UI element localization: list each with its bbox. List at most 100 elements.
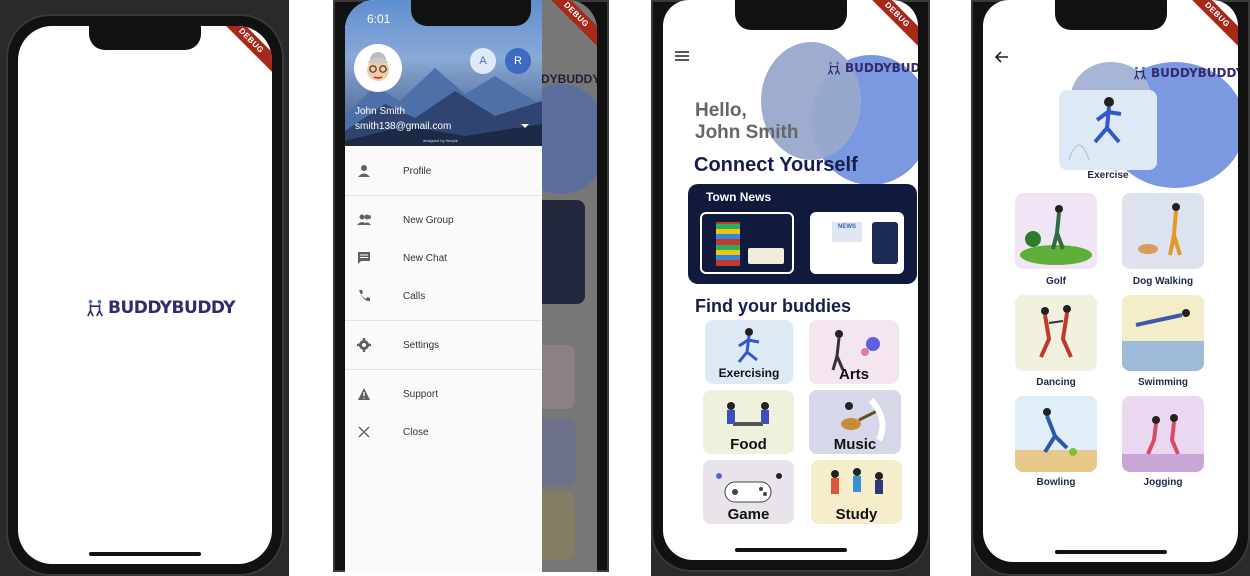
- menu-item-calls[interactable]: Calls: [345, 277, 542, 315]
- debug-banner: DEBUG: [861, 0, 918, 51]
- buddies-logo-icon: [1133, 66, 1147, 80]
- notch: [734, 0, 847, 30]
- category-arts[interactable]: Arts: [809, 320, 899, 384]
- swimming-illustration: [1122, 309, 1204, 371]
- menu-label: Calls: [403, 290, 426, 302]
- menu-label: New Chat: [403, 252, 447, 264]
- menu-item-support[interactable]: Support: [345, 375, 542, 413]
- activity-jogging[interactable]: [1122, 396, 1204, 472]
- drawer-menu: Profile New Group New Chat Calls Setting…: [345, 146, 542, 451]
- group-add-icon: [357, 213, 371, 227]
- greeting-hello: Hello,: [695, 100, 747, 121]
- account-a-avatar[interactable]: A: [470, 48, 496, 74]
- activity-golf[interactable]: [1015, 193, 1097, 269]
- debug-banner: DEBUG: [1181, 0, 1238, 51]
- phone-home: DEBUG BUDDYBUDDY Hello, John Smith Conne…: [651, 0, 930, 572]
- drawer-screen: DYBUDDY DEBUG 6:01 A R John Smith smith1…: [345, 0, 597, 572]
- category-game[interactable]: Game: [703, 460, 794, 524]
- navigation-drawer: 6:01 A R John Smith smith138@gmail.com d…: [345, 0, 542, 572]
- menu-label: Close: [403, 426, 429, 438]
- books-illustration: [700, 212, 794, 274]
- buddies-logo-icon: [827, 61, 841, 75]
- town-news-title: Town News: [706, 190, 772, 204]
- runner-illustration: [1068, 97, 1122, 161]
- divider: [345, 369, 542, 370]
- menu-item-settings[interactable]: Settings: [345, 326, 542, 364]
- find-buddies-title: Find your buddies: [695, 296, 851, 316]
- logo-text: BUDDYBUDDY: [1151, 66, 1238, 80]
- phone-exercise: DEBUG BUDDYBUDDY Exercise Golf Dog Walki…: [971, 0, 1250, 576]
- dog-walking-illustration: [1138, 203, 1182, 256]
- avatar[interactable]: [354, 44, 402, 92]
- menu-item-close[interactable]: Close: [345, 413, 542, 451]
- divider: [345, 320, 542, 321]
- category-study[interactable]: Study: [811, 460, 902, 524]
- menu-label: Settings: [403, 339, 440, 351]
- warning-icon: [357, 387, 371, 401]
- greeting-name: John Smith: [695, 122, 799, 143]
- activity-label: Dog Walking: [1132, 276, 1194, 287]
- logo-text: BUDDYBUDDY: [845, 61, 918, 75]
- category-label: Food: [730, 436, 767, 453]
- person-icon: [357, 164, 371, 178]
- category-exercising[interactable]: Exercising: [705, 320, 793, 384]
- menu-item-profile[interactable]: Profile: [345, 152, 542, 190]
- home-indicator: [734, 548, 847, 552]
- app-logo: BUDDYBUDDY: [86, 298, 236, 318]
- phone-icon: [357, 289, 371, 303]
- home-indicator: [89, 552, 201, 556]
- close-icon: [357, 425, 371, 439]
- menu-label: Profile: [403, 165, 432, 177]
- menu-item-new-group[interactable]: New Group: [345, 201, 542, 239]
- debug-banner: DEBUG: [215, 26, 272, 77]
- home-screen: DEBUG BUDDYBUDDY Hello, John Smith Conne…: [663, 0, 918, 560]
- golf-illustration: [1020, 205, 1092, 265]
- town-news-card[interactable]: Town News NEWS: [688, 184, 917, 284]
- back-arrow-icon[interactable]: [994, 50, 1009, 68]
- category-food[interactable]: Food: [703, 390, 794, 454]
- menu-icon[interactable]: [675, 48, 689, 66]
- activity-label: Dancing: [1036, 377, 1076, 388]
- category-label: Music: [833, 436, 877, 453]
- hero-label: Exercise: [1087, 170, 1129, 181]
- notch: [1054, 0, 1167, 30]
- news-badge: NEWS: [832, 222, 862, 242]
- phone-drawer: DYBUDDY DEBUG 6:01 A R John Smith smith1…: [333, 0, 609, 572]
- screenshot-stage: DEBUG BUDDYBUDDY DYBUDDY DEBUG 6:01 A R …: [0, 0, 1250, 576]
- gear-icon: [357, 338, 371, 352]
- dancing-illustration: [1039, 305, 1073, 358]
- category-music[interactable]: Music: [809, 390, 901, 454]
- exercise-screen: DEBUG BUDDYBUDDY Exercise Golf Dog Walki…: [983, 0, 1238, 562]
- activity-bowling[interactable]: [1015, 396, 1097, 472]
- phone-splash: DEBUG BUDDYBUDDY: [6, 14, 284, 576]
- jogging-illustration: [1122, 414, 1204, 472]
- exercise-hero-card: [1059, 90, 1157, 170]
- category-label: Study: [835, 506, 878, 523]
- grandma-avatar-icon: [367, 52, 389, 81]
- notch: [89, 26, 201, 50]
- user-name: John Smith: [355, 106, 406, 117]
- activity-swimming[interactable]: [1122, 295, 1204, 371]
- account-r-avatar[interactable]: R: [505, 48, 531, 74]
- category-label: Exercising: [718, 366, 780, 380]
- activity-label: Jogging: [1143, 477, 1183, 488]
- category-label: Game: [727, 506, 770, 523]
- menu-label: New Group: [403, 214, 454, 226]
- home-indicator: [1054, 550, 1167, 554]
- connect-title: Connect Yourself: [694, 154, 858, 176]
- user-email: smith138@gmail.com: [355, 121, 452, 132]
- activity-label: Golf: [1046, 276, 1066, 287]
- app-logo: BUDDYBUDDY: [827, 61, 918, 75]
- logo-text: BUDDYBUDDY: [108, 298, 236, 318]
- newspaper-illustration: NEWS: [810, 212, 904, 274]
- activity-dog-walking[interactable]: [1122, 193, 1204, 269]
- menu-label: Support: [403, 388, 439, 400]
- account-dropdown-icon[interactable]: [521, 124, 529, 128]
- activity-label: Swimming: [1137, 377, 1188, 388]
- activity-label: Bowling: [1036, 477, 1076, 488]
- divider: [345, 195, 542, 196]
- app-logo: BUDDYBUDDY: [1133, 66, 1238, 80]
- activity-dancing[interactable]: [1015, 295, 1097, 371]
- menu-item-new-chat[interactable]: New Chat: [345, 239, 542, 277]
- chat-icon: [357, 251, 371, 265]
